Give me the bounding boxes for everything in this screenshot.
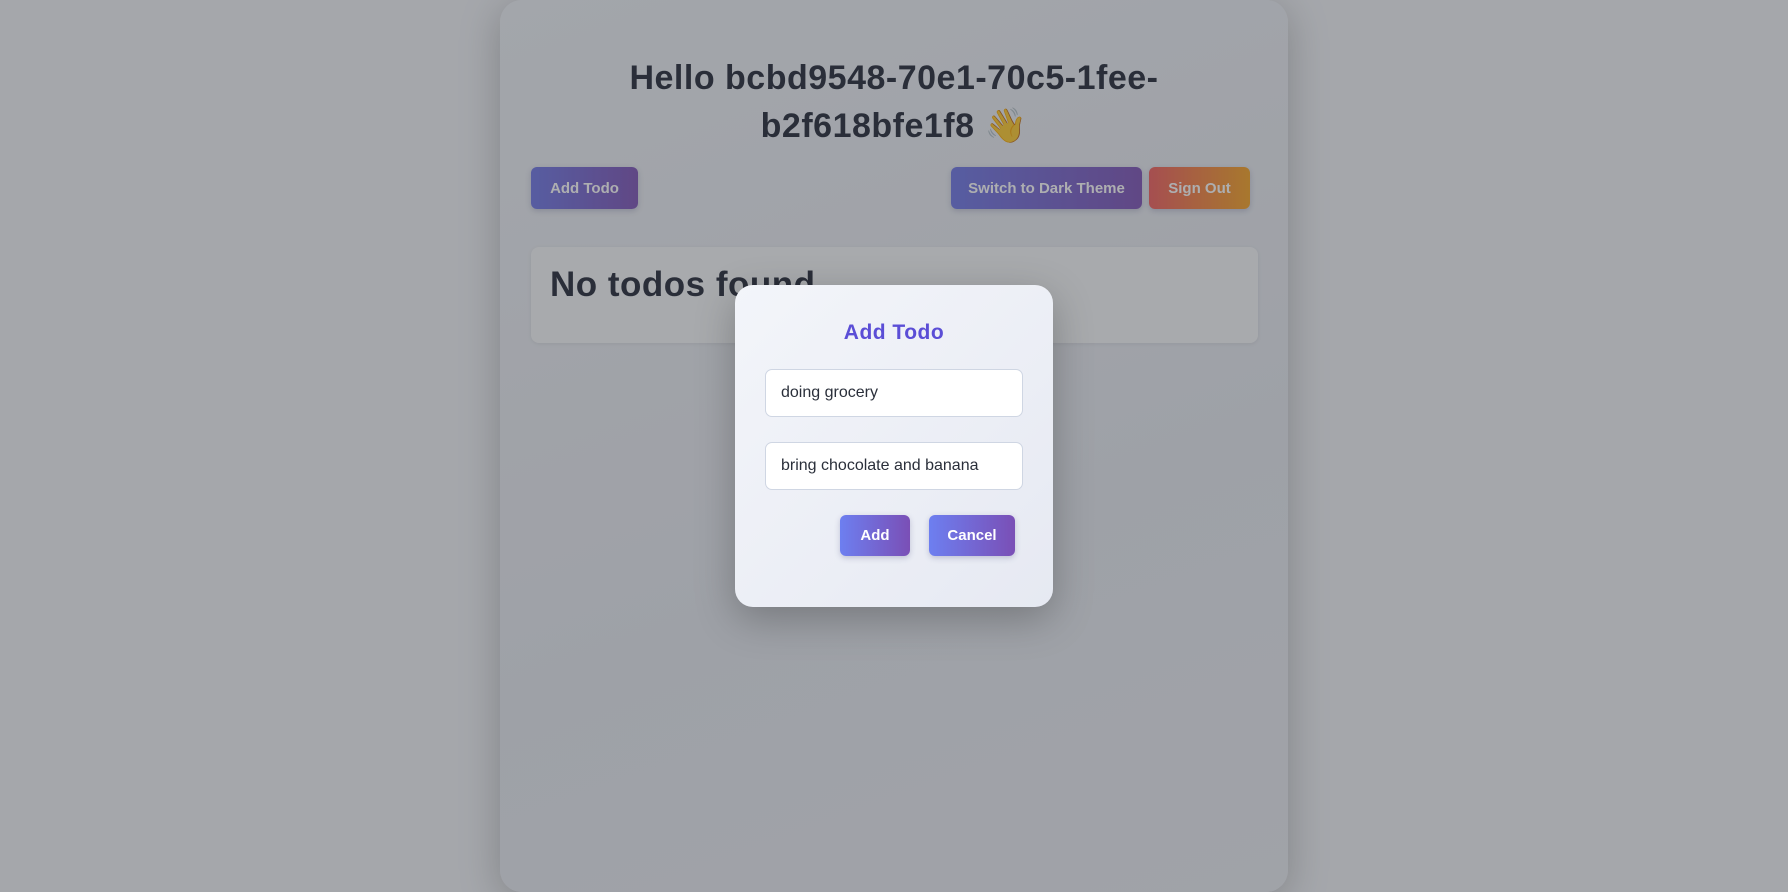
todo-description-input[interactable] bbox=[765, 442, 1023, 490]
todo-title-input[interactable] bbox=[765, 369, 1023, 417]
add-button[interactable]: Add bbox=[840, 515, 910, 556]
cancel-button[interactable]: Cancel bbox=[929, 515, 1015, 556]
add-todo-modal: Add Todo Add Cancel bbox=[735, 285, 1053, 607]
modal-title: Add Todo bbox=[843, 321, 945, 344]
